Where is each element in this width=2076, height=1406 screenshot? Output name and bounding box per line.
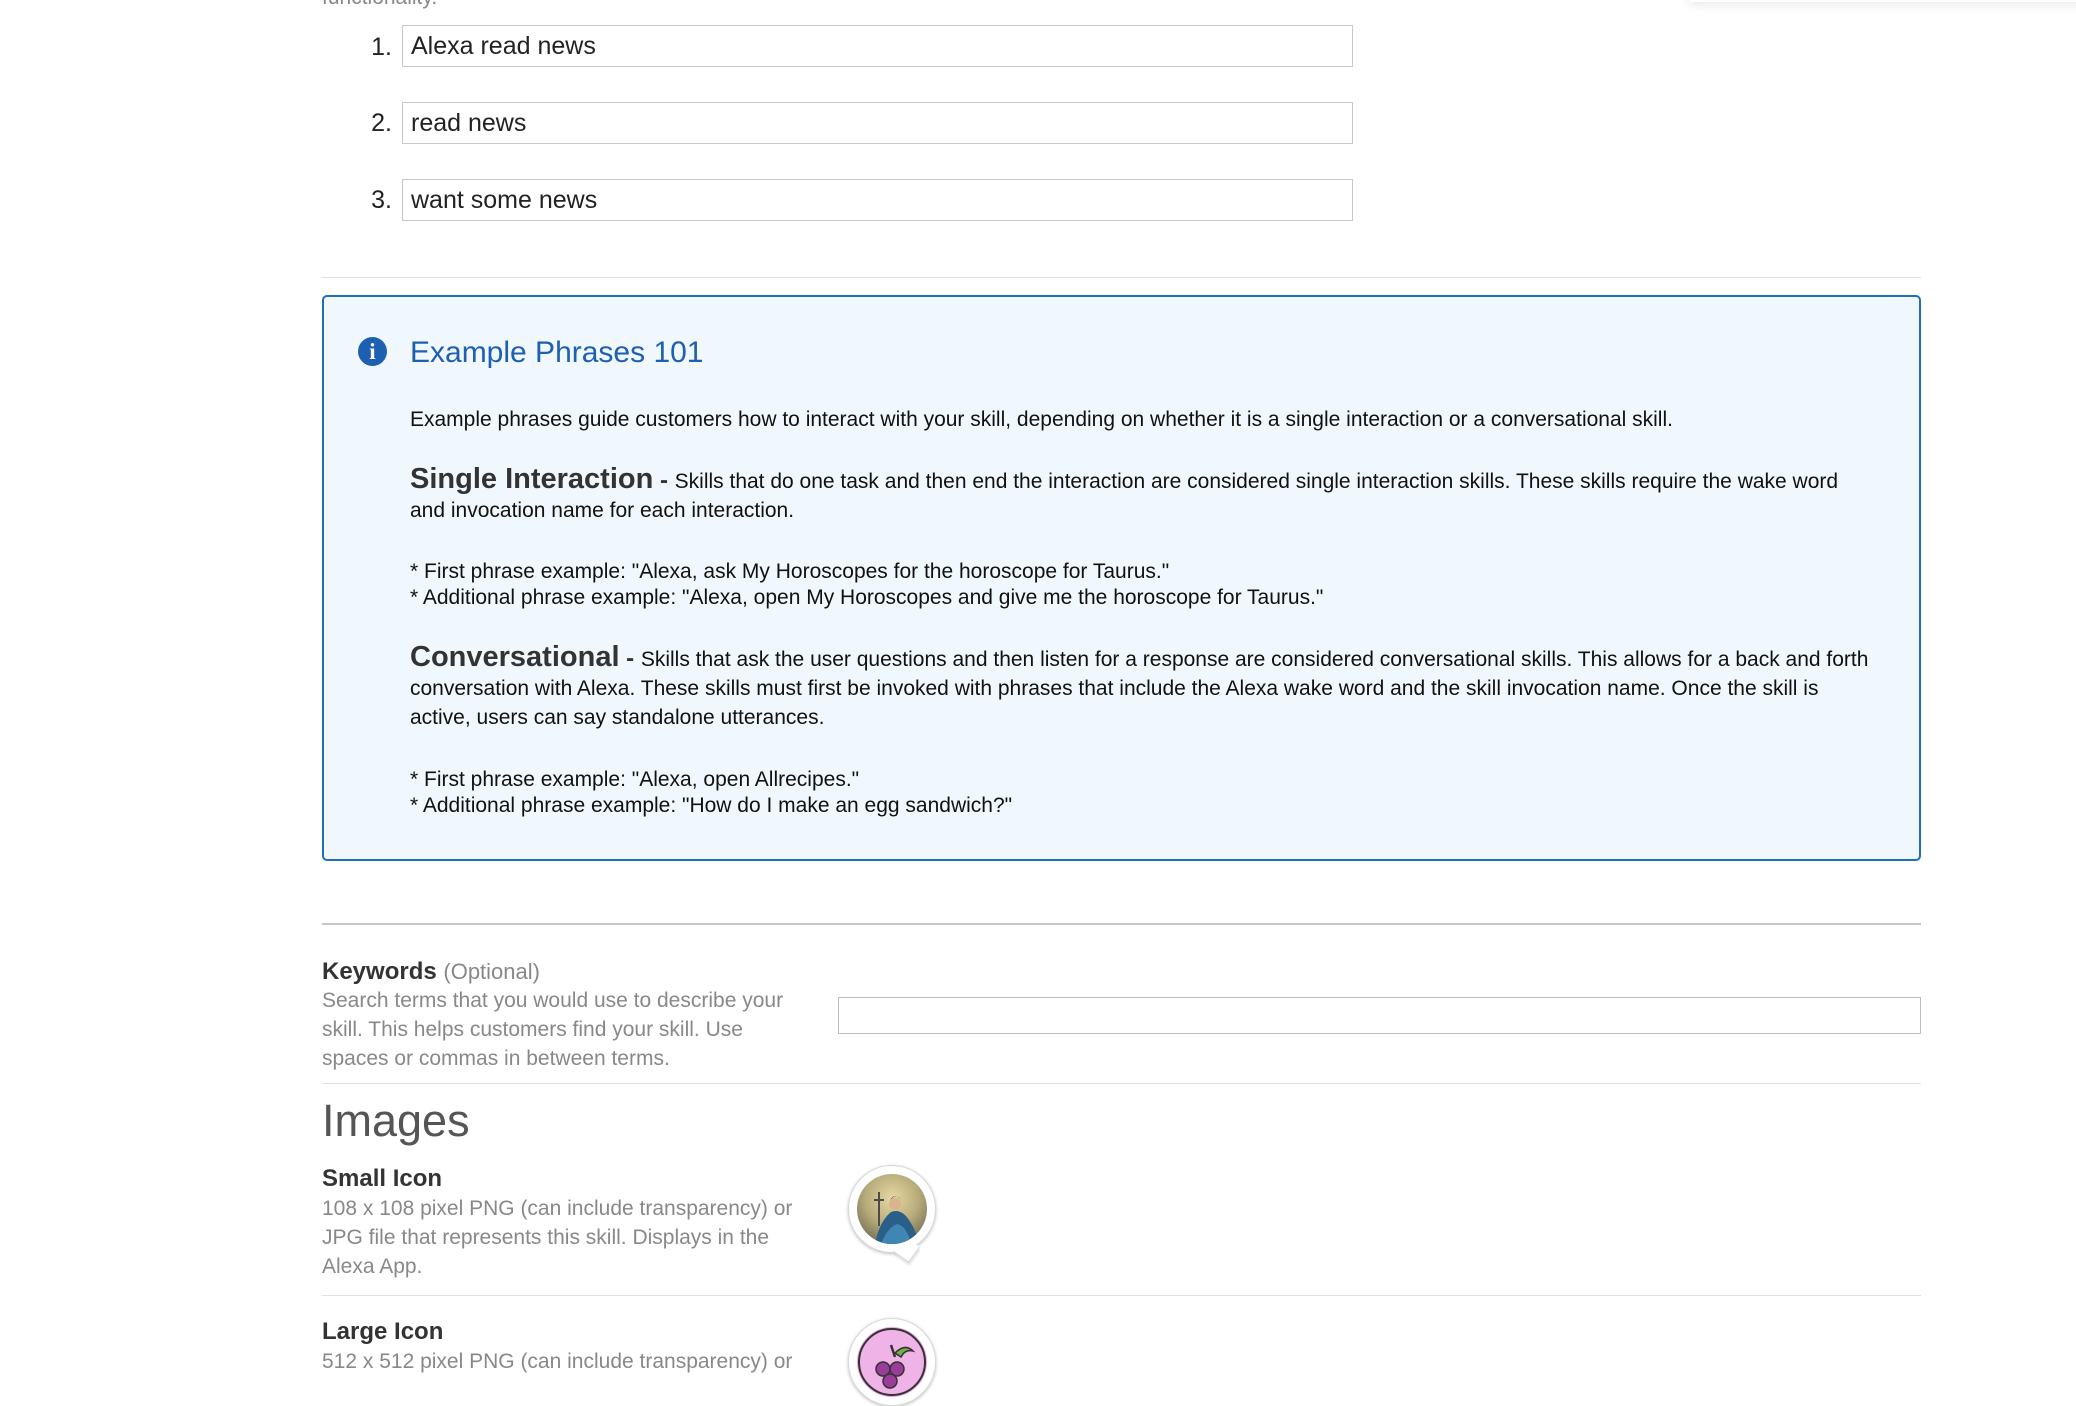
example-phrase-input-2[interactable]: read news bbox=[402, 102, 1353, 144]
conversational-description: Conversational - Skills that ask the use… bbox=[410, 643, 1870, 732]
example-phrase-input-1[interactable]: Alexa read news bbox=[402, 25, 1353, 67]
phrase-number-1: 1. bbox=[371, 33, 392, 61]
example-phrase-input-3[interactable]: want some news bbox=[402, 179, 1353, 221]
large-icon-label: Large Icon bbox=[322, 1318, 444, 1345]
overlay-panel-edge bbox=[1690, 0, 2076, 2]
phrase-number-2: 2. bbox=[371, 109, 392, 137]
single-interaction-description: Single Interaction - Skills that do one … bbox=[410, 465, 1870, 525]
divider bbox=[322, 277, 1921, 278]
conversational-example-first: * First phrase example: "Alexa, open All… bbox=[410, 768, 860, 791]
small-icon-image bbox=[857, 1174, 927, 1244]
info-intro: Example phrases guide customers how to i… bbox=[410, 408, 1673, 431]
keywords-input[interactable] bbox=[838, 997, 1921, 1034]
heading-dash: - bbox=[653, 467, 675, 494]
optional-tag: (Optional) bbox=[443, 959, 540, 984]
single-example-additional: * Additional phrase example: "Alexa, ope… bbox=[410, 586, 1324, 609]
divider bbox=[322, 1295, 1921, 1296]
section-divider bbox=[322, 923, 1921, 925]
small-icon-upload[interactable] bbox=[848, 1165, 936, 1263]
heading-dash: - bbox=[619, 645, 641, 672]
clipped-help-text: functionality. bbox=[322, 0, 437, 10]
conversational-examples: * First phrase example: "Alexa, open All… bbox=[410, 767, 1870, 819]
single-interaction-heading: Single Interaction bbox=[410, 463, 654, 495]
images-section-title: Images bbox=[322, 1095, 470, 1146]
small-icon-help-text: 108 x 108 pixel PNG (can include transpa… bbox=[322, 1197, 793, 1278]
keywords-label: Keywords (Optional) bbox=[322, 958, 540, 986]
keywords-label-text: Keywords bbox=[322, 958, 437, 985]
conversational-heading: Conversational bbox=[410, 641, 620, 673]
keywords-help-text: Search terms that you would use to descr… bbox=[322, 989, 784, 1070]
example-phrase-value-3: want some news bbox=[411, 185, 598, 214]
single-interaction-examples: * First phrase example: "Alexa, ask My H… bbox=[410, 559, 1870, 611]
example-phrase-value-2: read news bbox=[411, 108, 527, 137]
large-icon-help-text: 512 x 512 pixel PNG (can include transpa… bbox=[322, 1350, 793, 1373]
example-phrase-value-1: Alexa read news bbox=[411, 31, 596, 60]
phrase-number-3: 3. bbox=[371, 186, 392, 214]
large-icon-upload[interactable] bbox=[848, 1318, 936, 1406]
large-icon-image bbox=[857, 1327, 927, 1397]
conversational-example-additional: * Additional phrase example: "How do I m… bbox=[410, 794, 1013, 817]
divider bbox=[322, 1083, 1921, 1084]
info-icon: i bbox=[358, 337, 387, 366]
small-icon-label: Small Icon bbox=[322, 1165, 443, 1192]
info-box-title: Example Phrases 101 bbox=[410, 336, 704, 369]
single-example-first: * First phrase example: "Alexa, ask My H… bbox=[410, 560, 1170, 583]
